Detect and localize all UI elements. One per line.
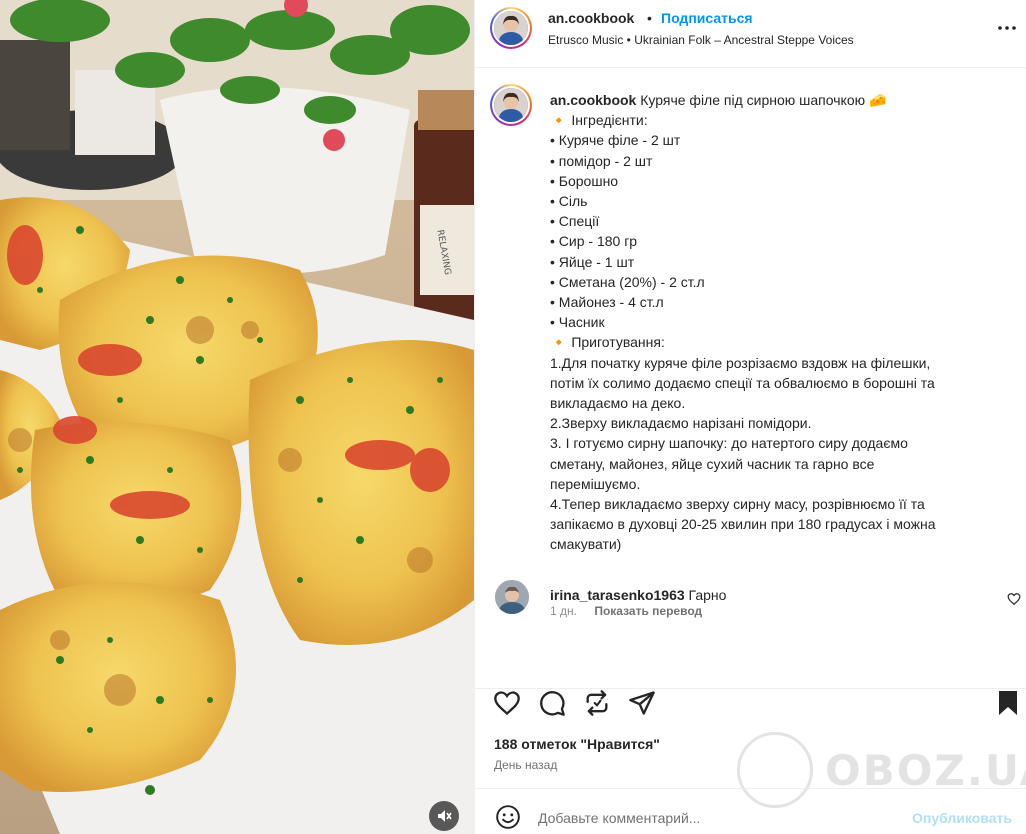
repost-icon: [586, 690, 608, 716]
caption-line: • Спеції: [550, 213, 600, 230]
more-horizontal-icon: [998, 26, 1016, 30]
caption-line: • помідор - 2 шт: [550, 152, 653, 169]
save-button[interactable]: [994, 689, 1022, 717]
caption-line: викладаємо на деко.: [550, 395, 686, 412]
comment-input[interactable]: [538, 807, 898, 829]
heart-outline-icon: [1007, 593, 1021, 606]
heart-outline-icon: [494, 691, 520, 716]
comment-text: irina_tarasenko1963 Гарно: [550, 587, 726, 603]
caption-line: • Сир - 180 гр: [550, 233, 638, 250]
post-header: an.cookbook • Подписаться Etrusco Music …: [475, 0, 1026, 68]
caption-author-avatar[interactable]: [490, 84, 532, 126]
repost-button[interactable]: [583, 689, 611, 717]
comment-item: irina_tarasenko1963 Гарно: [475, 578, 1026, 614]
more-options-button[interactable]: [995, 16, 1019, 40]
caption-line: потім їх солимо додаємо спеції та обвалю…: [550, 374, 935, 391]
paper-plane-icon: [629, 691, 655, 715]
avatar-photo: [495, 580, 529, 614]
post-details-panel: an.cookbook • Подписаться Etrusco Music …: [474, 0, 1026, 834]
share-button[interactable]: [628, 689, 656, 717]
add-comment-bar: Опубликовать: [475, 788, 1026, 834]
speaker-muted-icon: [438, 810, 452, 822]
smiley-icon: [496, 805, 520, 829]
author-username[interactable]: an.cookbook: [548, 10, 634, 26]
food-photo: RELAXING: [0, 0, 474, 834]
commenter-avatar[interactable]: [495, 580, 529, 614]
caption-line: • Сіль: [550, 193, 588, 210]
avatar-photo: [494, 88, 528, 122]
caption-line: 3. І готуємо сирну шапочку: до натертого…: [550, 435, 908, 452]
comment-bubble-icon: [540, 691, 565, 716]
caption-line: 2.Зверху викладаємо нарізані помідори.: [550, 415, 812, 432]
author-avatar[interactable]: [490, 7, 532, 49]
caption-line: 4.Тепер викладаємо зверху сирну масу, ро…: [550, 496, 925, 513]
caption-line: • Борошно: [550, 172, 619, 189]
caption-line: • Сметана (20%) - 2 ст.л: [550, 273, 705, 290]
caption-line: • Куряче філе - 2 шт: [550, 132, 681, 149]
emoji-picker-button[interactable]: [495, 804, 521, 830]
post-date: День назад: [494, 758, 558, 772]
caption-line: сметану, майонез, яйце сухий часник та г…: [550, 455, 875, 472]
caption-line: смакувати): [550, 536, 622, 553]
caption-line: • Яйце - 1 шт: [550, 253, 635, 270]
caption-username[interactable]: an.cookbook: [550, 92, 636, 108]
caption-line: перемішуємо.: [550, 475, 641, 492]
audio-track-link[interactable]: Etrusco Music • Ukrainian Folk – Ancestr…: [548, 33, 854, 47]
comment-button[interactable]: [538, 689, 566, 717]
caption-title: Куряче філе під сирною шапочкою 🧀: [640, 92, 887, 108]
caption-line: 🔸 Приготування:: [550, 334, 665, 351]
mute-button[interactable]: [429, 801, 459, 831]
caption-line: • Майонез - 4 ст.л: [550, 294, 664, 311]
caption-line: 1.Для початку куряче філе розрізаємо взд…: [550, 354, 931, 371]
caption-line: 🔸 Інгредієнти:: [550, 112, 648, 129]
publish-button[interactable]: Опубликовать: [912, 810, 1012, 826]
post-video[interactable]: RELAXING: [0, 0, 474, 834]
comment-body: Гарно: [688, 587, 727, 603]
bookmark-filled-icon: [999, 691, 1017, 715]
avatar-photo: [494, 11, 528, 45]
commenter-username[interactable]: irina_tarasenko1963: [550, 587, 685, 603]
follow-button[interactable]: Подписаться: [661, 10, 753, 26]
like-comment-button[interactable]: [1007, 592, 1021, 606]
separator-dot: •: [647, 10, 652, 26]
caption-text: an.cookbook Куряче філе під сирною шапоч…: [550, 90, 995, 555]
likes-count[interactable]: 188 отметок "Нравится": [494, 736, 660, 752]
caption-line: • Часник: [550, 314, 605, 331]
like-button[interactable]: [493, 689, 521, 717]
caption-line: запікаємо в духовці 20-25 хвилин при 180…: [550, 516, 936, 533]
